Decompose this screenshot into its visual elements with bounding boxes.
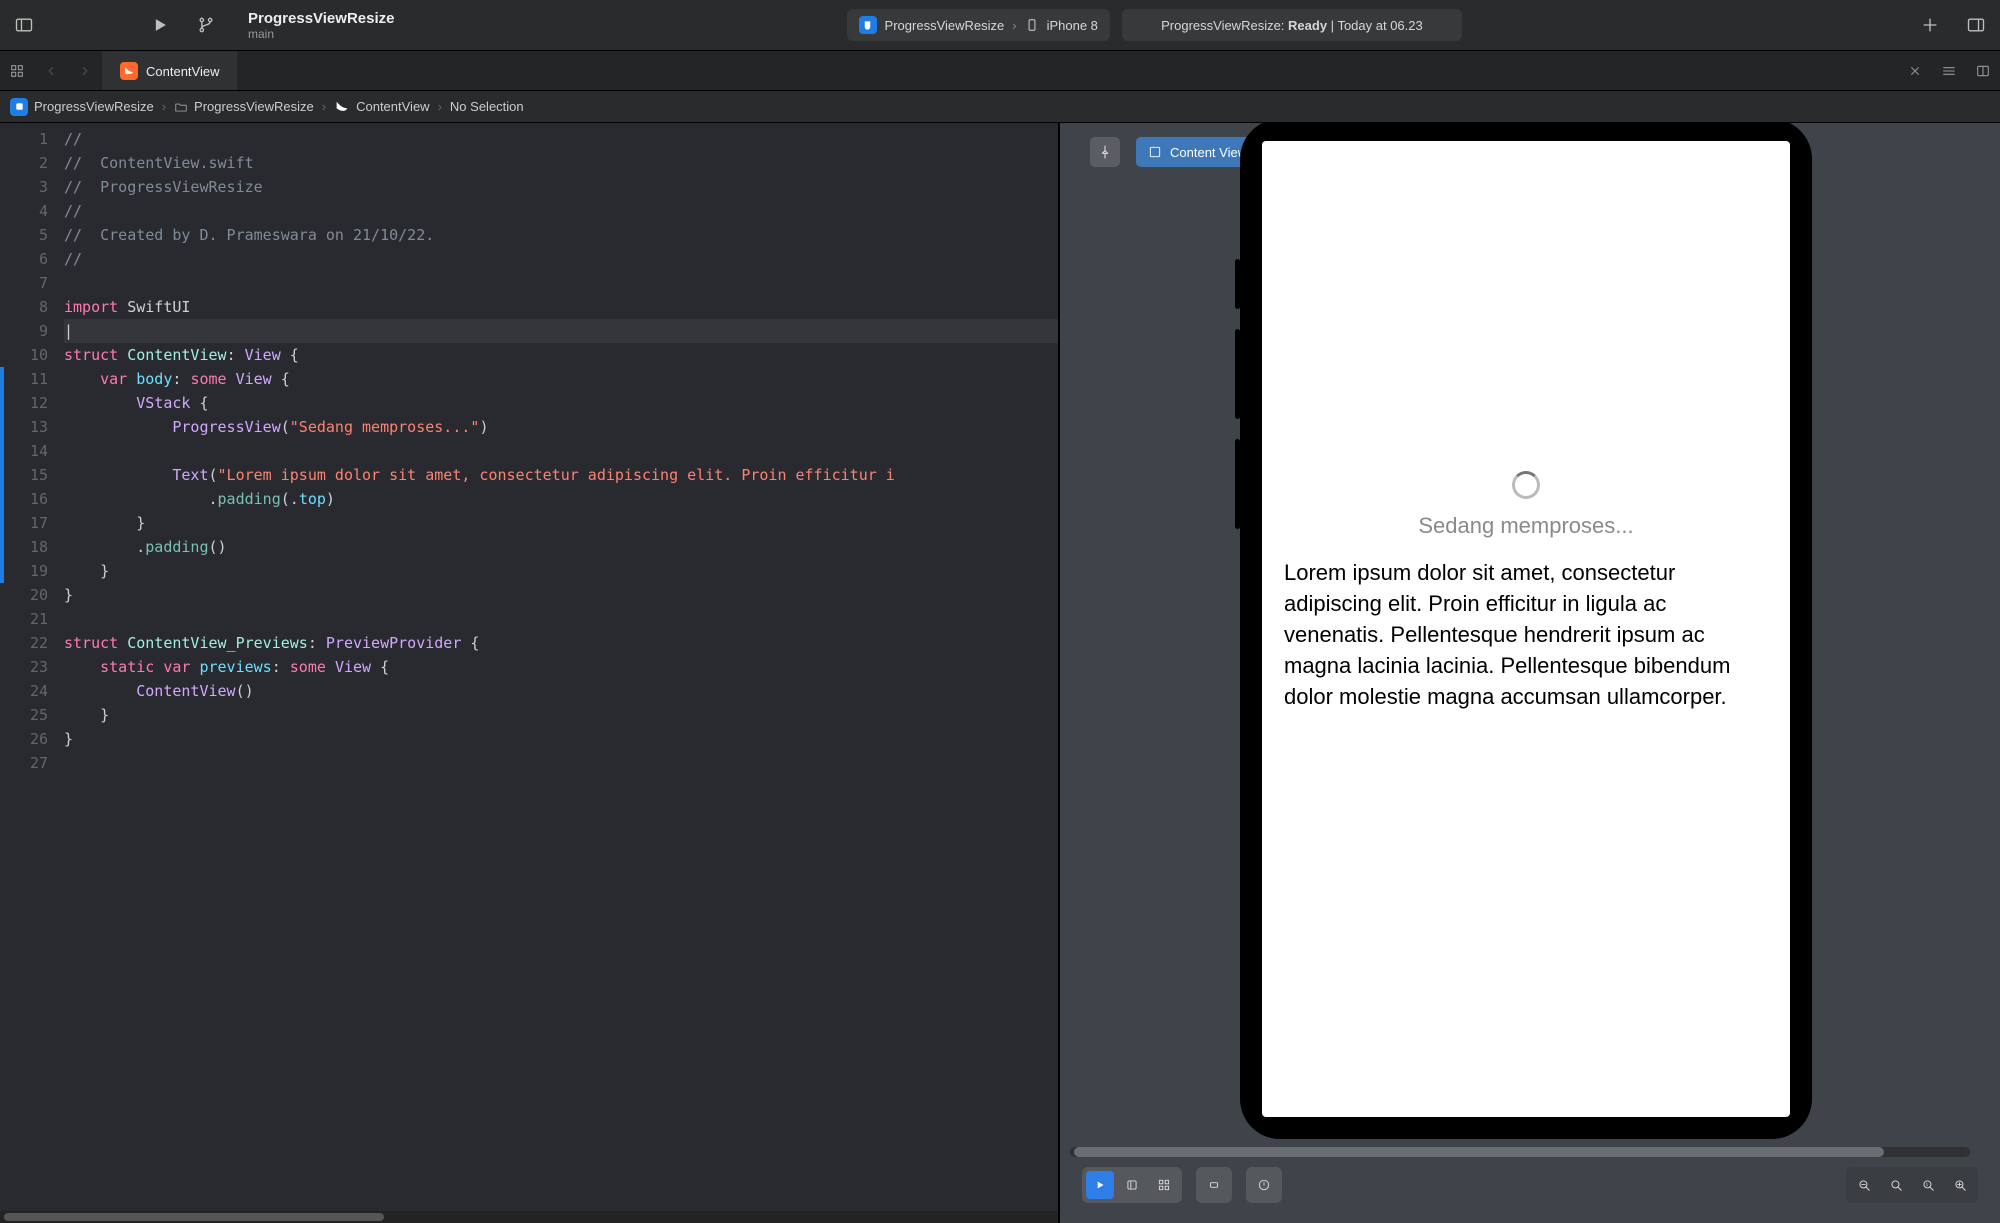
zoom-out-button[interactable]: [1850, 1171, 1878, 1199]
svg-text:1: 1: [1926, 1182, 1929, 1187]
variants-preview-button[interactable]: [1150, 1171, 1178, 1199]
swift-file-icon: [120, 62, 138, 80]
status-detail: Today at 06.23: [1337, 18, 1422, 33]
forward-button[interactable]: [68, 51, 102, 90]
chevron-right-icon: ›: [162, 99, 166, 114]
scheme-selector[interactable]: ProgressViewResize › iPhone 8: [847, 9, 1110, 41]
editor-horizontal-scrollbar[interactable]: [0, 1211, 1058, 1223]
zoom-actual-button[interactable]: 1: [1914, 1171, 1942, 1199]
jumpbar-crumb-file[interactable]: ContentView: [334, 99, 429, 115]
review-changes-icon[interactable]: [1898, 51, 1932, 90]
preview-duration-button[interactable]: [1250, 1171, 1278, 1199]
preview-canvas: Content View Sedang memproses... Lorem i…: [1060, 123, 2000, 1223]
device-button-icon: [1235, 439, 1240, 529]
app-icon: [10, 98, 28, 116]
status-prefix: ProgressViewResize:: [1161, 18, 1288, 33]
app-icon: [859, 16, 877, 34]
zoom-fit-button[interactable]: [1882, 1171, 1910, 1199]
live-preview-button[interactable]: [1086, 1171, 1114, 1199]
progress-spinner-icon: [1512, 471, 1540, 499]
jumpbar-crumb-project[interactable]: ProgressViewResize: [10, 98, 154, 116]
status-state: Ready: [1288, 18, 1327, 33]
device-icon: [1025, 18, 1039, 32]
scheme-name: ProgressViewResize: [885, 18, 1005, 33]
add-button[interactable]: [1914, 9, 1946, 41]
adjust-editor-options-button[interactable]: [1932, 51, 1966, 90]
main-toolbar: ProgressViewResize main ProgressViewResi…: [0, 0, 2000, 51]
activity-status[interactable]: ProgressViewResize: Ready | Today at 06.…: [1122, 9, 1462, 41]
scrollbar-thumb[interactable]: [1074, 1147, 1884, 1157]
jump-bar[interactable]: ProgressViewResize › ProgressViewResize …: [0, 91, 2000, 123]
library-button[interactable]: [1960, 9, 1992, 41]
run-button[interactable]: [144, 9, 176, 41]
scrollbar-thumb[interactable]: [4, 1213, 384, 1221]
crumb-label: ProgressViewResize: [194, 99, 314, 114]
crumb-label: ProgressViewResize: [34, 99, 154, 114]
preview-chip-label: Content View: [1170, 145, 1247, 160]
device-screen: Sedang memproses... Lorem ipsum dolor si…: [1262, 141, 1790, 1117]
preview-toolbar: 1: [1060, 1167, 2000, 1203]
crumb-label: No Selection: [450, 99, 524, 114]
crumb-label: ContentView: [356, 99, 429, 114]
jumpbar-crumb-selection[interactable]: No Selection: [450, 99, 524, 114]
tab-label: ContentView: [146, 64, 219, 79]
jumpbar-crumb-folder[interactable]: ProgressViewResize: [174, 99, 314, 114]
pin-preview-button[interactable]: [1090, 137, 1120, 167]
chevron-right-icon: ›: [322, 99, 326, 114]
tab-contentview[interactable]: ContentView: [102, 51, 237, 90]
code-content[interactable]: //// ContentView.swift// ProgressViewRes…: [58, 123, 1058, 1211]
selectable-preview-button[interactable]: [1118, 1171, 1146, 1199]
target-device: iPhone 8: [1047, 18, 1098, 33]
change-bar: [0, 123, 6, 1211]
device-button-icon: [1235, 259, 1240, 309]
preview-body-text: Lorem ipsum dolor sit amet, consectetur …: [1284, 557, 1768, 712]
toggle-navigator-button[interactable]: [8, 9, 40, 41]
simulated-device-frame: Sedang memproses... Lorem ipsum dolor si…: [1240, 123, 1812, 1139]
device-settings-button[interactable]: [1200, 1171, 1228, 1199]
swift-file-icon: [334, 99, 350, 115]
branch-icon[interactable]: [190, 9, 222, 41]
chevron-right-icon: ›: [1012, 18, 1016, 33]
progress-label: Sedang memproses...: [1418, 513, 1633, 539]
zoom-in-button[interactable]: [1946, 1171, 1974, 1199]
folder-icon: [174, 100, 188, 114]
struct-icon: [1148, 145, 1162, 159]
branch-name: main: [248, 27, 394, 41]
related-items-button[interactable]: [0, 51, 34, 90]
chevron-right-icon: ›: [438, 99, 442, 114]
add-editor-button[interactable]: [1966, 51, 2000, 90]
status-sep: |: [1327, 18, 1337, 33]
device-button-icon: [1235, 329, 1240, 419]
source-editor[interactable]: 1234567891011121314151617181920212223242…: [0, 123, 1058, 1223]
editor-tab-bar: ContentView: [0, 51, 2000, 91]
project-block[interactable]: ProgressViewResize main: [248, 10, 394, 41]
preview-horizontal-scrollbar[interactable]: [1070, 1147, 1970, 1157]
back-button[interactable]: [34, 51, 68, 90]
line-number-gutter: 1234567891011121314151617181920212223242…: [6, 123, 58, 1211]
project-name: ProgressViewResize: [248, 10, 394, 27]
